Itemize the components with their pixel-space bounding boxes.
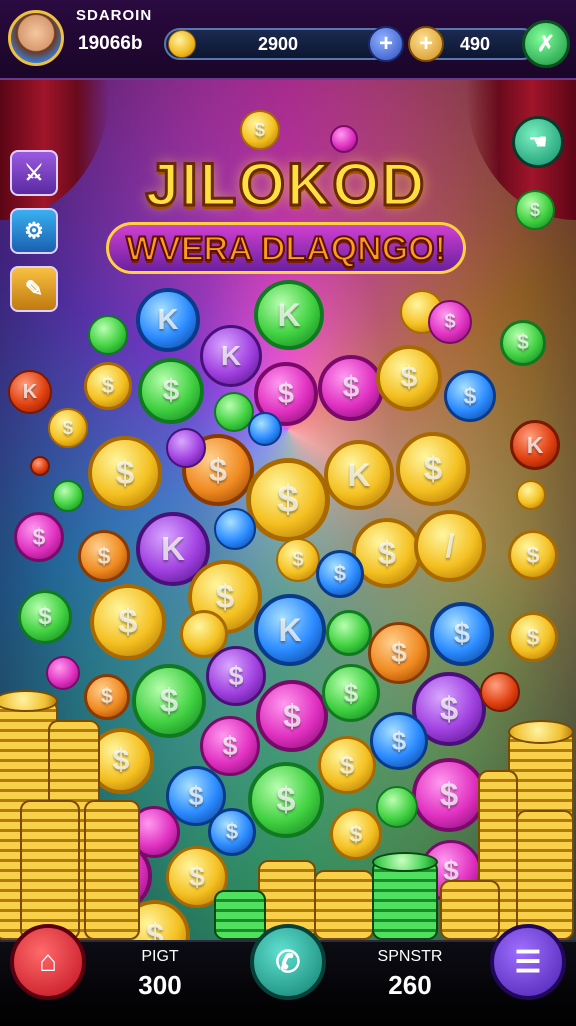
settings-button[interactable]: ✗ (522, 20, 570, 68)
coin-stack (516, 810, 574, 940)
title-main: JILOKOD (144, 150, 427, 220)
coin: $ (248, 762, 324, 838)
coin: $ (78, 530, 130, 582)
coin-icon (168, 30, 196, 58)
call-button[interactable]: ✆ (250, 924, 326, 1000)
coin (46, 656, 80, 690)
right-stat-value: 260 (388, 970, 432, 1000)
coin: $ (508, 612, 558, 662)
coin-stack-top (372, 852, 438, 872)
coin: $ (246, 458, 330, 542)
coin: $ (316, 550, 364, 598)
coin (166, 428, 206, 468)
side-button-sword[interactable]: ⚔ (10, 150, 58, 196)
coin (330, 125, 358, 153)
plus-icon[interactable]: + (368, 26, 404, 62)
coin: $ (318, 355, 384, 421)
coin (480, 672, 520, 712)
coin (376, 786, 418, 828)
title-subtitle: WVERA DLAQNGO! (125, 229, 447, 269)
plus-icon: + (418, 30, 433, 57)
coin: $ (18, 590, 72, 644)
coin-stack (20, 800, 80, 940)
coin: $ (368, 622, 430, 684)
coin-stack (314, 870, 374, 940)
coin: $ (428, 300, 472, 344)
coin: $ (430, 602, 494, 666)
coin: $ (376, 345, 442, 411)
sword-icon: ⚔ (24, 160, 44, 185)
coin: $ (84, 362, 132, 410)
coin (30, 456, 50, 476)
coin: $ (14, 512, 64, 562)
menu-icon: ☰ (514, 945, 542, 979)
coin-stack-green (372, 860, 438, 940)
side-button-settings[interactable]: ⚙ (10, 208, 58, 254)
player-name: SDAROIN (76, 7, 153, 24)
left-stat-label: PIGT (141, 948, 179, 965)
right-action-button[interactable]: ☚ (512, 116, 564, 168)
side-button-edit[interactable]: ✎ (10, 266, 58, 312)
gear-icon: ⚙ (24, 218, 44, 243)
left-stat-value: 300 (138, 970, 182, 1000)
coin: K (200, 325, 262, 387)
coin: $ (318, 736, 376, 794)
coin: $ (515, 190, 555, 230)
coin: $ (138, 358, 204, 424)
wrench-icon: ✗ (536, 31, 556, 56)
home-icon: ⌂ (38, 945, 58, 978)
coin: K (324, 440, 394, 510)
gems-value: 490 (460, 34, 491, 54)
right-stat-label: SPNSTR (377, 948, 443, 965)
coin: $ (132, 664, 206, 738)
coin: $ (90, 584, 166, 660)
coin: K (510, 420, 560, 470)
coin: $ (256, 680, 328, 752)
balance-value: 2900 (258, 34, 299, 54)
coin (326, 610, 372, 656)
coin: $ (444, 370, 496, 422)
add-gems-button[interactable]: + (408, 26, 444, 62)
coin (248, 412, 282, 446)
coin-stack-green (214, 890, 266, 940)
coin: / (414, 510, 486, 582)
coin: $ (396, 432, 470, 506)
pencil-icon: ✎ (24, 276, 44, 301)
coin (88, 315, 128, 355)
coin (52, 480, 84, 512)
coin-stack (84, 800, 140, 940)
coin: $ (330, 808, 382, 860)
coin: $ (88, 436, 162, 510)
menu-button[interactable]: ☰ (490, 924, 566, 1000)
coin: $ (508, 530, 558, 580)
coin: $ (370, 712, 428, 770)
coin: $ (48, 408, 88, 448)
player-coins: 19066b (78, 33, 143, 54)
coin: $ (200, 716, 260, 776)
coin: $ (240, 110, 280, 150)
balance-pill: 2900 (164, 28, 400, 60)
coin (516, 480, 546, 510)
avatar[interactable] (8, 10, 64, 66)
phone-icon: ✆ (275, 945, 301, 979)
coin: K (8, 370, 52, 414)
coin: $ (84, 674, 130, 720)
coin (214, 508, 256, 550)
coin-stack-top (508, 720, 574, 744)
game-title: JILOKOD WVERA DLAQNGO! (96, 150, 476, 300)
coin: $ (322, 664, 380, 722)
home-button[interactable]: ⌂ (10, 924, 86, 1000)
hand-icon: ☚ (528, 129, 548, 154)
coin: K (254, 594, 326, 666)
coin: $ (206, 646, 266, 706)
coin: $ (412, 758, 486, 832)
coin: $ (500, 320, 546, 366)
coin-stack (440, 880, 500, 940)
coin: $ (276, 538, 320, 582)
coin: $ (208, 808, 256, 856)
